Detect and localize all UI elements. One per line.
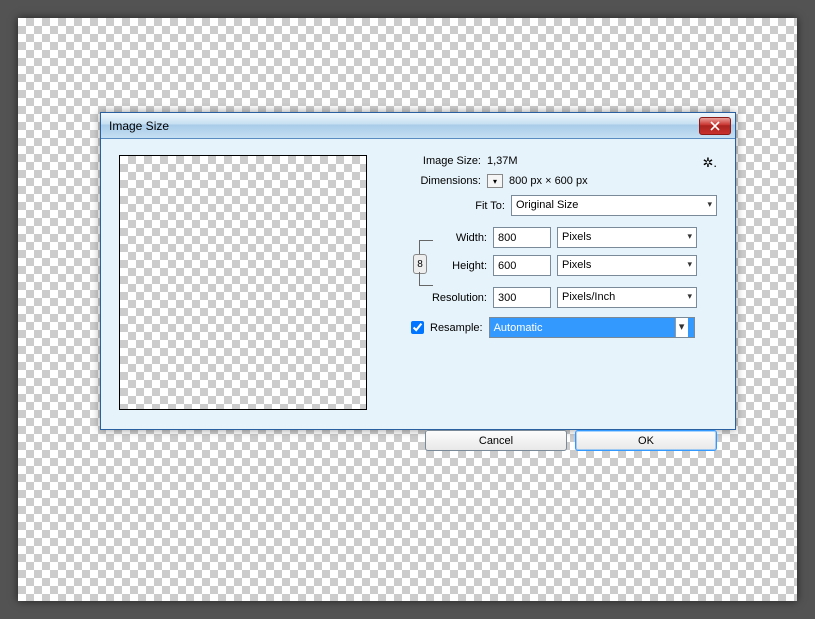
resolution-input[interactable]	[493, 287, 551, 308]
controls-panel: ✲. Image Size: 1,37M Dimensions: ▾ 800 p…	[397, 155, 717, 410]
resample-label: Resample:	[430, 322, 483, 334]
dialog-body: ✲. Image Size: 1,37M Dimensions: ▾ 800 p…	[101, 139, 735, 429]
close-icon	[710, 121, 720, 131]
constrain-proportions: 8	[415, 237, 441, 287]
height-label: Height:	[439, 260, 487, 272]
dialog-footer: Cancel OK	[119, 430, 717, 451]
fit-to-select[interactable]: Original Size	[511, 195, 717, 216]
resample-method-select[interactable]: Automatic	[489, 317, 695, 338]
image-size-label: Image Size:	[397, 155, 481, 167]
dialog-title: Image Size	[109, 119, 699, 133]
dimensions-label: Dimensions:	[397, 175, 481, 187]
cancel-button[interactable]: Cancel	[425, 430, 567, 451]
resolution-label: Resolution:	[399, 292, 487, 304]
dimensions-value: 800 px × 600 px	[509, 175, 588, 187]
close-button[interactable]	[699, 117, 731, 135]
dialog-titlebar[interactable]: Image Size	[101, 113, 735, 139]
height-unit-select[interactable]: Pixels	[557, 255, 697, 276]
resolution-unit-select[interactable]: Pixels/Inch	[557, 287, 697, 308]
preview-thumbnail[interactable]	[119, 155, 367, 410]
link-icon[interactable]: 8	[413, 254, 427, 274]
dimensions-unit-toggle[interactable]: ▾	[487, 174, 503, 188]
width-label: Width:	[439, 232, 487, 244]
image-size-value: 1,37M	[487, 155, 518, 167]
resample-checkbox[interactable]	[411, 321, 424, 334]
ok-button[interactable]: OK	[575, 430, 717, 451]
width-input[interactable]	[493, 227, 551, 248]
image-size-dialog: Image Size ✲. Image Size: 1,37M Dimensio…	[100, 112, 736, 430]
height-input[interactable]	[493, 255, 551, 276]
fit-to-label: Fit To:	[397, 200, 505, 212]
width-unit-select[interactable]: Pixels	[557, 227, 697, 248]
gear-icon[interactable]: ✲.	[702, 155, 717, 171]
